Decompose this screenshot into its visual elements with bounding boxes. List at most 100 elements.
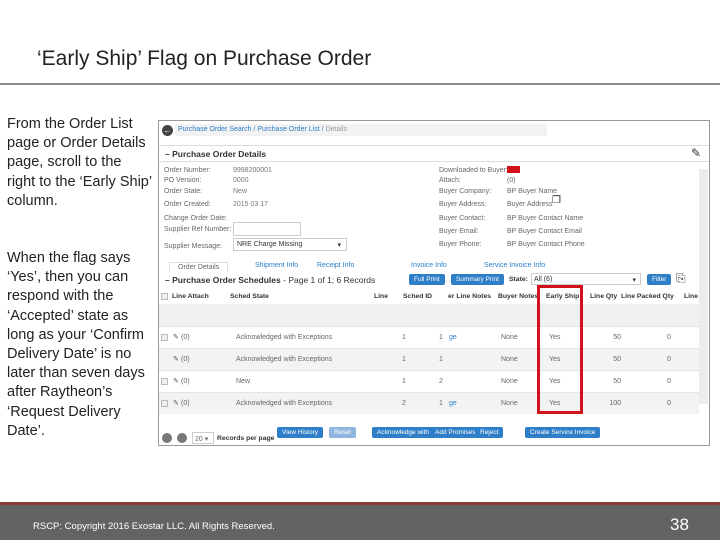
column-header[interactable]: Line Packed Qty [621, 293, 674, 300]
instruction-text-1: From the Order List page or Order Detail… [7, 116, 152, 209]
column-header[interactable]: Line [684, 293, 698, 300]
sched-state: Acknowledged with Exceptions [236, 334, 333, 341]
line-number: 2 [402, 400, 406, 407]
filter-button[interactable]: Filter [647, 274, 672, 285]
attach-count: (0) [181, 400, 190, 407]
sched-state: Acknowledged with Exceptions [236, 356, 333, 363]
supplier-ref-label: Supplier Ref Number: [164, 226, 232, 233]
table-row: ✎ (0) Acknowledged with Exceptions 1 1 ge None… [159, 326, 699, 348]
tab-invoice-info[interactable]: Invoice Info [411, 262, 447, 269]
field-label: PO Version: [164, 177, 202, 184]
export-icon[interactable]: ⎘ [676, 271, 686, 286]
row-checkbox[interactable] [161, 378, 168, 385]
view-history-button[interactable]: View History [277, 427, 324, 438]
sched-state: Acknowledged with Exceptions [236, 400, 333, 407]
attach-count: (0) [181, 356, 190, 363]
supplier-msg-select[interactable]: NRE Charge Missing ▾ [233, 238, 347, 251]
tab-receipt-info[interactable]: Receipt Info [317, 262, 354, 269]
column-header[interactable]: Sched ID [403, 293, 432, 300]
sched-id: 2 [439, 378, 443, 385]
full-print-button[interactable]: Full Print [409, 274, 445, 285]
column-header[interactable]: er Line Notes [448, 293, 491, 300]
line-packed-qty: 0 [667, 356, 671, 363]
field-label: Order State: [164, 188, 203, 195]
field-label: Order Created: [164, 201, 211, 208]
field-value: 9998200001 [233, 167, 272, 174]
buyer-field-value: Buyer Address [507, 201, 553, 208]
prev-page-icon[interactable] [162, 433, 172, 443]
line-packed-qty: 0 [667, 400, 671, 407]
buyer-field-label: Attach: [439, 177, 461, 184]
supplier-ref-input[interactable] [233, 222, 301, 236]
row-checkbox[interactable] [161, 400, 168, 407]
sched-id: 1 [439, 400, 443, 407]
line-notes-link[interactable]: ge [449, 400, 457, 407]
buyer-field-label: Buyer Company: [439, 188, 492, 195]
line-notes-link[interactable]: ge [449, 334, 457, 341]
buyer-field-value: BP Buyer Name [507, 188, 558, 195]
scrollbar[interactable] [699, 169, 708, 404]
field-value: 2015 03 17 [233, 201, 269, 208]
column-header[interactable]: Buyer Notes [498, 293, 538, 300]
tab-shipment-info[interactable]: Shipment Info [255, 262, 298, 269]
sched-state: New [236, 378, 251, 385]
back-icon[interactable]: ← [162, 125, 173, 136]
create-service-invoice-button[interactable]: Create Service Invoice [525, 427, 601, 438]
buyer-field-value: BP Buyer Contact Name [507, 215, 584, 222]
attach-icon[interactable]: ✎ [173, 399, 179, 407]
title-divider [0, 83, 720, 85]
early-ship-highlight-box [537, 285, 583, 414]
tab-order-details[interactable]: Order Details [169, 262, 229, 272]
line-qty: 50 [613, 378, 621, 385]
per-page-select[interactable]: 20 ▾ [192, 432, 214, 444]
reject-button[interactable]: Reject [475, 427, 504, 438]
column-header[interactable]: Line Attach [172, 293, 209, 300]
sched-id: 1 [439, 356, 443, 363]
po-details-screenshot: ← Purchase Order Search / Purchase Order… [158, 120, 710, 446]
schedules-title: – Purchase Order Schedules - Page 1 of 1… [165, 275, 376, 285]
reset-button[interactable]: Reset [329, 427, 356, 438]
buyer-field-value: BP Buyer Contact Email [507, 228, 582, 235]
breadcrumb: Purchase Order Search / Purchase Order L… [178, 126, 347, 133]
buyer-field-label: Buyer Address: [439, 201, 487, 208]
state-select[interactable]: All (6) ▾ [531, 273, 641, 285]
line-packed-qty: 0 [667, 378, 671, 385]
line-qty: 50 [613, 356, 621, 363]
sched-id: 1 [439, 334, 443, 341]
state-label: State: [509, 276, 528, 283]
edit-icon[interactable]: ✎ [691, 146, 701, 160]
line-qty: 50 [613, 334, 621, 341]
row-checkbox[interactable] [161, 334, 168, 341]
copyright: RSCP: Copyright 2016 Exostar LLC. All Ri… [33, 521, 275, 532]
tab-service-invoice-info[interactable]: Service Invoice Info [484, 262, 545, 269]
breadcrumb-po-list[interactable]: Purchase Order List [257, 126, 319, 133]
per-page-label: Records per page [217, 435, 275, 442]
buyer-notes: None [501, 356, 518, 363]
buyer-field-value: BP Buyer Contact Phone [507, 241, 585, 248]
attach-icon[interactable]: ✎ [173, 333, 179, 341]
add-promises-button[interactable]: Add Promises [430, 427, 481, 438]
column-header[interactable]: Sched State [230, 293, 269, 300]
next-page-icon[interactable] [177, 433, 187, 443]
column-header[interactable]: Line [374, 293, 388, 300]
breadcrumb-po-search[interactable]: Purchase Order Search [178, 126, 252, 133]
line-packed-qty: 0 [667, 334, 671, 341]
supplier-msg-label: Supplier Message: [164, 243, 222, 250]
table-row: ✎ (0) Acknowledged with Exceptions 1 1 None Ye… [159, 348, 699, 370]
downloaded-flag: No [507, 166, 520, 173]
po-details-title: – Purchase Order Details [165, 149, 267, 159]
line-number: 1 [402, 334, 406, 341]
buyer-field-label: Downloaded to Buyer: [439, 167, 508, 174]
field-label: Change Order Date: [164, 215, 228, 222]
summary-print-button[interactable]: Summary Print [451, 274, 504, 285]
page-number: 38 [670, 515, 689, 534]
field-value: New [233, 188, 248, 195]
select-all-checkbox[interactable] [161, 293, 168, 300]
attach-icon[interactable]: ✎ [173, 355, 179, 363]
line-qty: 100 [609, 400, 621, 407]
buyer-field-value: (0) [507, 177, 516, 184]
attach-icon[interactable]: ✎ [173, 377, 179, 385]
instruction-text-2: When the flag says ‘Yes’, then you can r… [7, 250, 145, 439]
column-header[interactable]: Line Qty [590, 293, 617, 300]
copy-icon[interactable]: ❐ [552, 195, 561, 206]
